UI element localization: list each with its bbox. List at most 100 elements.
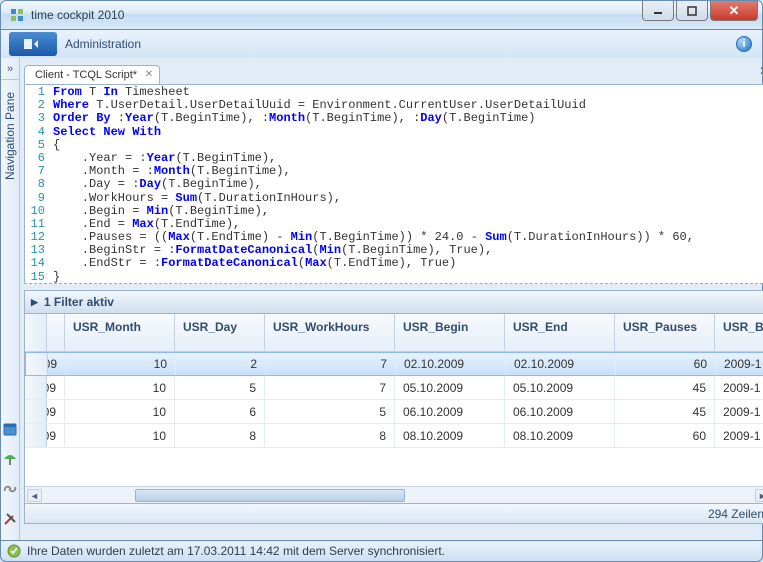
scroll-left-icon[interactable]: ◄ [27,489,42,502]
cell: 09 [48,353,66,375]
code-line[interactable]: 12 .Pauses = ((Max(T.EndTime) - Min(T.Be… [25,230,763,243]
code-line[interactable]: 5{ [25,138,763,151]
table-row[interactable]: 09106506.10.200906.10.2009452009-1 [25,400,763,424]
cell: 08.10.2009 [505,424,615,447]
code-line[interactable]: 10 .Begin = Min(T.BeginTime), [25,204,763,217]
link-icon[interactable] [1,480,19,498]
col-usr-end[interactable]: USR_End [505,314,615,351]
cell: 10 [65,400,175,423]
line-number: 13 [25,243,51,256]
line-number: 15 [25,270,51,283]
cell: 09 [47,376,65,399]
filter-bar[interactable]: ▶ 1 Filter aktiv [24,290,763,314]
maximize-button[interactable] [676,1,708,21]
tab-tcql-script[interactable]: Client - TCQL Script* ✕ [24,65,160,84]
code-line[interactable]: 3Order By :Year(T.BeginTime), :Month(T.B… [25,111,763,124]
cell: 10 [65,424,175,447]
cell: 09 [47,424,65,447]
line-number: 8 [25,177,51,190]
row-header[interactable] [26,353,48,375]
status-bar: Ihre Daten wurden zuletzt am 17.03.2011 … [0,540,763,562]
col-usr-pauses[interactable]: USR_Pauses [615,314,715,351]
scroll-thumb[interactable] [135,489,405,502]
col-usr-day[interactable]: USR_Day [175,314,265,351]
code-line[interactable]: 2Where T.UserDetail.UserDetailUuid = Env… [25,98,763,111]
code-line[interactable]: 11 .End = Max(T.EndTime), [25,217,763,230]
tools-icon[interactable] [1,510,19,528]
cell: 6 [175,400,265,423]
cell: 2009-1 [715,376,763,399]
code-line[interactable]: 13 .BeginStr = :FormatDateCanonical(Min(… [25,243,763,256]
grid-footer: 294 Zeilen [24,504,763,524]
sidebar-title: Navigation Pane [3,80,17,420]
cell: 10 [66,353,176,375]
cell: 2009-1 [715,400,763,423]
line-number: 2 [25,98,51,111]
cell: 06.10.2009 [505,400,615,423]
scroll-right-icon[interactable]: ► [755,489,763,502]
table-row[interactable]: 09108808.10.200908.10.2009602009-1 [25,424,763,448]
col-usr-begin[interactable]: USR_Begin [395,314,505,351]
line-number: 3 [25,111,51,124]
code-text: From T In Timesheet [51,85,763,98]
grid-body: 09102702.10.200902.10.2009602009-1091057… [25,352,763,486]
grid-hscrollbar[interactable]: ◄ ► [25,486,763,503]
tab-close-icon[interactable]: ✕ [145,69,153,80]
line-number: 12 [25,230,51,243]
cell: 5 [175,376,265,399]
app-menu-button[interactable] [9,32,57,56]
row-header[interactable] [25,424,47,447]
row-count: 294 Zeilen [708,507,763,521]
row-header-corner [25,314,47,351]
sync-status-icon [7,544,21,558]
tab-label: Client - TCQL Script* [35,69,137,81]
code-text: { [51,138,763,151]
minimize-button[interactable] [642,1,674,21]
code-line[interactable]: 6 .Year = :Year(T.BeginTime), [25,151,763,164]
close-button[interactable]: ✕ [710,1,758,21]
line-number: 5 [25,138,51,151]
cell: 45 [615,376,715,399]
code-text: .Year = :Year(T.BeginTime), [51,151,763,164]
code-line[interactable]: 1From T In Timesheet [25,85,763,98]
ribbon-tab-administration[interactable]: Administration [65,37,141,51]
tabs-close-all-icon[interactable]: ✕ [759,64,763,78]
code-text: Where T.UserDetail.UserDetailUuid = Envi… [51,98,763,111]
code-text: } [51,270,763,283]
code-line[interactable]: 14 .EndStr = :FormatDateCanonical(Max(T.… [25,256,763,269]
col-usr-workhours[interactable]: USR_WorkHours [265,314,395,351]
row-header[interactable] [25,400,47,423]
expand-sidebar-button[interactable]: » [1,58,19,80]
table-row[interactable]: 09102702.10.200902.10.2009602009-1 [25,352,763,376]
status-text: Ihre Daten wurden zuletzt am 17.03.2011 … [27,544,445,558]
cell: 09 [47,400,65,423]
code-line[interactable]: 4Select New With [25,125,763,138]
umbrella-icon[interactable] [1,450,19,468]
code-editor[interactable]: 1From T In Timesheet2Where T.UserDetail.… [24,84,763,284]
code-line[interactable]: 15} [25,270,763,283]
code-text: .BeginStr = :FormatDateCanonical(Min(T.B… [51,243,763,256]
code-line[interactable]: 9 .WorkHours = Sum(T.DurationInHours), [25,191,763,204]
col-usr-b[interactable]: USR_B [715,314,763,351]
cell: 2009-1 [716,353,763,375]
code-text: .Month = :Month(T.BeginTime), [51,164,763,177]
navigation-sidebar: » Navigation Pane [1,58,20,540]
line-number: 9 [25,191,51,204]
code-text: .WorkHours = Sum(T.DurationInHours), [51,191,763,204]
code-text: .EndStr = :FormatDateCanonical(Max(T.End… [51,256,763,269]
code-line[interactable]: 7 .Month = :Month(T.BeginTime), [25,164,763,177]
row-header[interactable] [25,376,47,399]
line-number: 11 [25,217,51,230]
cell: 8 [175,424,265,447]
code-line[interactable]: 8 .Day = :Day(T.BeginTime), [25,177,763,190]
col-usr-month[interactable]: USR_Month [65,314,175,351]
table-row[interactable]: 09105705.10.200905.10.2009452009-1 [25,376,763,400]
grid-header: USR_Month USR_Day USR_WorkHours USR_Begi… [25,314,763,352]
line-number: 4 [25,125,51,138]
cell: 7 [266,353,396,375]
help-icon[interactable]: i [736,36,752,52]
line-number: 1 [25,85,51,98]
calendar-icon[interactable] [1,420,19,438]
code-text: Select New With [51,125,763,138]
col-partial[interactable] [47,314,65,351]
